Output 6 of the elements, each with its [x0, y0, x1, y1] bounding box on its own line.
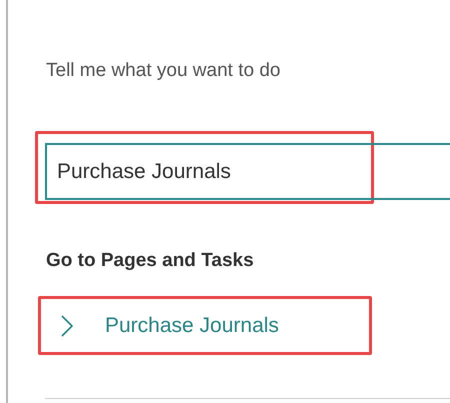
result-link[interactable]: Purchase Journals	[38, 296, 372, 355]
search-field[interactable]: Purchase Journals	[45, 143, 450, 200]
section-heading: Go to Pages and Tasks	[46, 249, 255, 273]
result-label: Purchase Journals	[105, 312, 279, 339]
chevron-right-icon	[61, 314, 73, 336]
panel-prompt: Tell me what you want to do	[46, 59, 282, 83]
